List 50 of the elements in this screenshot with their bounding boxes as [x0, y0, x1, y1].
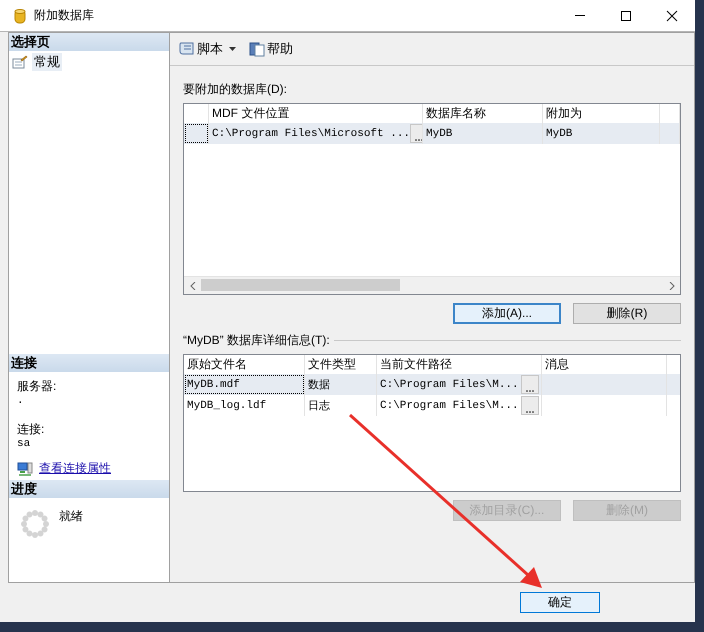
row-selector[interactable]	[184, 123, 209, 144]
table-cell: C:\Program Files\M...	[380, 400, 519, 412]
section-label: “MyDB” 数据库详细信息(T):	[183, 332, 330, 349]
column-header[interactable]: 数据库名称	[423, 104, 543, 123]
close-icon	[666, 10, 678, 22]
table-cell-text: 数据	[308, 378, 330, 392]
database-icon	[14, 8, 26, 24]
page-pencil-icon	[12, 55, 28, 69]
connection-value: sa	[17, 438, 32, 450]
scroll-icon	[178, 41, 195, 57]
help-book-icon	[249, 41, 265, 57]
column-header[interactable]: 原始文件名	[184, 355, 305, 374]
ellipsis-icon	[525, 389, 535, 393]
column-header[interactable]: 文件类型	[305, 355, 377, 374]
connection-properties-link[interactable]: 查看连接属性	[39, 460, 111, 477]
ok-button[interactable]: 确定	[520, 592, 600, 613]
section-header: 选择页	[9, 33, 169, 51]
table-cell: C:\Program Files\Microsoft ...	[212, 128, 410, 140]
script-dropdown[interactable]: 脚本	[176, 40, 241, 58]
server-value: .	[17, 395, 25, 407]
action-button[interactable]: 添加(A)...	[453, 303, 561, 324]
scrollbar-thumb[interactable]	[201, 279, 400, 291]
window-title: 附加数据库	[34, 7, 94, 24]
table-row[interactable]: MyDB.mdf 数据 C:\Program Files\M...	[184, 374, 680, 395]
browse-button[interactable]	[521, 375, 539, 394]
maximize-icon	[620, 10, 632, 22]
spinner-icon	[19, 508, 51, 540]
server-label: 服务器:	[17, 378, 58, 395]
table-cell: MyDB_log.ldf	[187, 400, 266, 412]
browse-button[interactable]	[521, 396, 539, 415]
action-button[interactable]: 删除(R)	[573, 303, 681, 324]
table-cell: C:\Program Files\M...	[380, 378, 519, 390]
table-row[interactable]: MyDB_log.ldf 日志 C:\Program Files\M...	[184, 395, 680, 416]
table-cell: MyDB	[426, 128, 452, 140]
ellipsis-icon	[525, 410, 535, 414]
section-label: 要附加的数据库(D):	[183, 81, 288, 98]
section-header: 连接	[9, 354, 169, 372]
table-cell-text: 日志	[308, 398, 330, 413]
column-header[interactable]: 消息	[542, 355, 667, 374]
connection-label: 连接:	[17, 421, 46, 438]
table-cell: MyDB.mdf	[187, 378, 240, 390]
minimize-icon	[575, 15, 585, 16]
help-button[interactable]: 帮助	[247, 40, 295, 58]
status-text: 就绪	[59, 508, 83, 525]
table-cell: MyDB	[546, 128, 572, 140]
ellipsis-icon	[414, 138, 422, 142]
section-header: 进度	[9, 480, 169, 498]
computer-icon	[17, 462, 33, 476]
table-row[interactable]: C:\Program Files\Microsoft ... MyDB MyDB	[184, 123, 680, 144]
page-item[interactable]: 常规	[32, 53, 62, 71]
